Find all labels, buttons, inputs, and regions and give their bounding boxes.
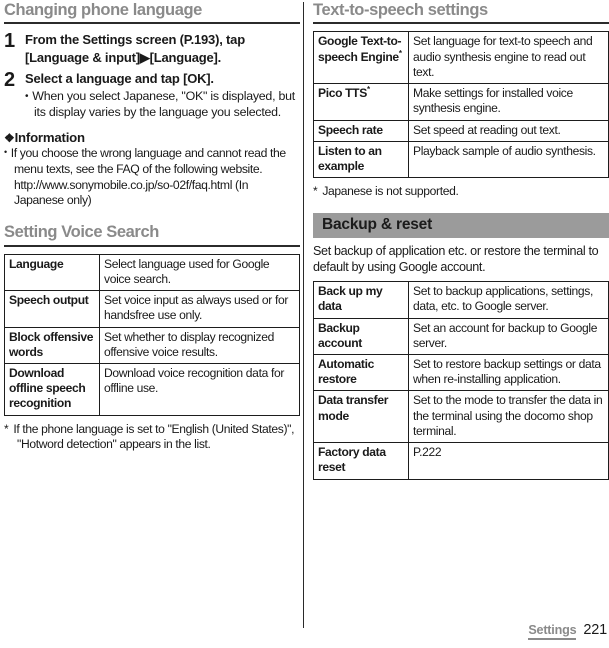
footnote-text: If the phone language is set to "English… [13,421,295,452]
table-row: Speech rate Set speed at reading out tex… [313,119,609,142]
table-cell-value: Download voice recognition data for offl… [99,363,300,416]
text-to-speech-table: Google Text-to-speech Engine* Set langua… [313,31,609,179]
table-cell-value: Set to the mode to transfer the data in … [408,390,609,444]
text-to-speech-footnote: * Japanese is not supported. [313,184,609,199]
table-cell-key: Speech output [4,290,100,328]
voice-search-footnote: * If the phone language is set to "Englis… [4,422,300,453]
page-footer: Settings 221 [528,622,607,640]
manual-page: Changing phone language 1 From the Setti… [0,0,609,648]
step-2: 2 Select a language and tap [OK]. When y… [4,68,300,121]
voice-search-table: Language Select language used for Google… [4,253,300,416]
footnote-ref: * [398,48,402,58]
table-cell-key: Data transfer mode [313,390,409,444]
table-cell-value: Set voice input as always used or for ha… [99,290,300,328]
table-row: Language Select language used for Google… [4,253,300,292]
step-number: 1 [4,30,16,53]
step-sub-note: When you select Japanese, "OK" is displa… [25,88,300,121]
table-row: Speech output Set voice input as always … [4,290,300,328]
table-cell-key-label: Pico TTS [318,86,367,101]
table-cell-value: Set an account for backup to Google serv… [408,317,609,355]
table-row: Google Text-to-speech Engine* Set langua… [313,31,609,85]
table-row: Listen to an example Playback sample of … [313,140,609,179]
backup-reset-intro: Set backup of application etc. or restor… [313,243,599,274]
footnote-ref: * [366,85,370,95]
section-heading-text-to-speech-settings: Text-to-speech settings [313,0,609,25]
table-cell-value: P.222 [408,442,609,480]
section-heading-setting-voice-search: Setting Voice Search [4,222,300,247]
information-heading: ❖Information [4,130,300,145]
table-cell-value: Set to restore backup settings or data w… [408,353,609,392]
footnote-text: Japanese is not supported. [322,184,459,199]
table-cell-key: Speech rate [313,119,409,142]
table-row: Block offensive words Set whether to dis… [4,326,300,365]
table-cell-value: Set whether to display recognized offens… [99,326,300,365]
footer-page-number: 221 [583,622,607,638]
table-row: Factory data reset P.222 [313,442,609,480]
table-row: Data transfer mode Set to the mode to tr… [313,390,609,444]
table-cell-key: Automatic restore [313,353,409,392]
backup-reset-table: Back up my data Set to backup applicatio… [313,281,609,480]
step-body: Select a language and tap [OK]. When you… [25,70,300,121]
step-number: 2 [4,68,16,91]
right-column: Text-to-speech settings Google Text-to-s… [313,0,609,480]
information-heading-label: Information [14,129,86,145]
table-cell-value: Set speed at reading out text. [408,119,609,142]
table-cell-key: Pico TTS* [313,83,409,121]
table-row: Automatic restore Set to restore backup … [313,353,609,392]
step-1: 1 From the Settings screen (P.193), tap … [4,31,300,65]
table-cell-value: Select language used for Google voice se… [99,253,300,292]
table-cell-value: Set to backup applications, settings, da… [408,281,609,319]
footer-chapter-label: Settings [528,623,577,640]
section-band-backup-and-reset: Backup & reset [313,212,609,238]
footnote-marker: * [4,421,9,436]
table-cell-key: Factory data reset [313,442,409,480]
left-column: Changing phone language 1 From the Setti… [4,0,300,453]
information-item: If you choose the wrong language and can… [4,146,300,209]
column-divider [303,2,304,628]
table-cell-value: Make settings for installed voice synthe… [408,83,609,121]
table-row: Backup account Set an account for backup… [313,317,609,355]
table-cell-value: Playback sample of audio synthesis. [408,140,609,179]
table-cell-key: Block offensive words [4,326,100,365]
step-title: Select a language and tap [OK]. [25,70,214,86]
section-heading-changing-phone-language: Changing phone language [4,0,300,25]
table-cell-key: Download offline speech recognition [4,363,100,416]
table-cell-value: Set language for text-to speech and audi… [408,31,609,85]
table-row: Download offline speech recognition Down… [4,363,300,416]
table-cell-key: Google Text-to-speech Engine* [313,31,409,85]
diamond-icon: ❖ [4,130,15,145]
table-cell-key: Back up my data [313,281,409,319]
step-body: From the Settings screen (P.193), tap [L… [25,31,300,65]
table-cell-key: Backup account [313,317,409,355]
table-cell-key: Language [4,253,100,292]
step-title: From the Settings screen (P.193), tap [L… [25,32,245,65]
table-row: Pico TTS* Make settings for installed vo… [313,83,609,121]
table-cell-key-label: Google Text-to-speech Engine [318,34,402,64]
table-row: Back up my data Set to backup applicatio… [313,281,609,319]
table-cell-key: Listen to an example [313,140,409,179]
footnote-marker: * [313,184,318,199]
